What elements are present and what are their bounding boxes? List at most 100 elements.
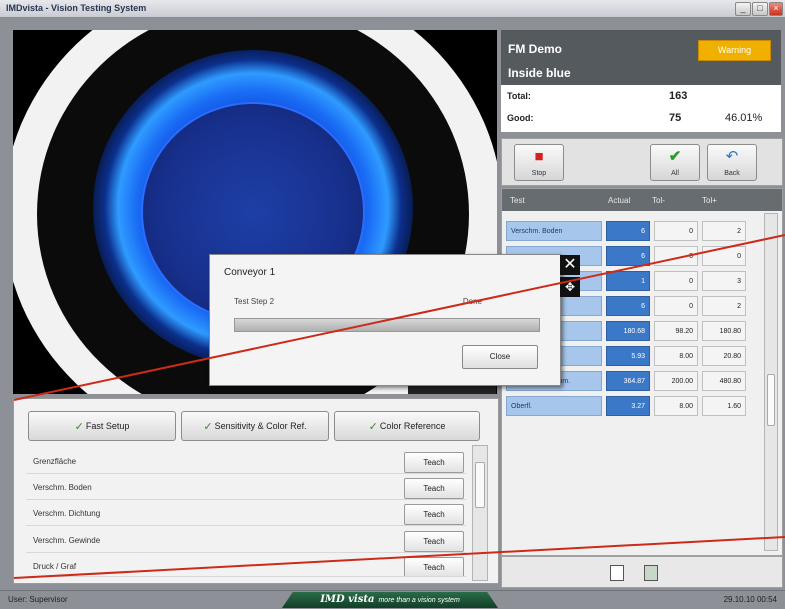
logo-brand: IMD vista [320, 594, 375, 605]
list-item: Verschm. Boden Teach [26, 477, 466, 500]
datetime-label: 29.10.10 00:54 [723, 595, 777, 604]
test-name: Oberfl. [506, 396, 602, 416]
sensitivity-label: Sensitivity & Color Ref. [214, 421, 307, 431]
tol-high-value: 480.80 [702, 371, 746, 391]
teach-button[interactable]: Teach [404, 504, 464, 525]
stop-label: Stop [531, 170, 547, 177]
actual-value: 5.93 [606, 346, 650, 366]
progress-fill [235, 319, 539, 331]
actual-value: 1 [606, 271, 650, 291]
maximize-button[interactable]: □ [752, 2, 768, 16]
back-label: Back [724, 170, 740, 177]
tol-high-value: 2 [702, 221, 746, 241]
tol-low-value: 98.20 [654, 321, 698, 341]
total-label: Total: [507, 91, 531, 101]
actual-value: 6 [606, 246, 650, 266]
tol-low-value: 0 [654, 221, 698, 241]
dialog-close-button[interactable]: Close [462, 345, 538, 369]
logo-tagline: more than a vision system [378, 597, 460, 604]
total-value: 163 [669, 90, 688, 102]
counter-box: Total: 163 Good: 75 46.01% [501, 85, 781, 132]
setup-panel: ✓ Fast Setup ✓ Sensitivity & Color Ref. … [13, 398, 499, 584]
conveyor-dialog: Conveyor 1 Test Step 2 Done Close [209, 254, 561, 386]
all-label: All [671, 170, 679, 177]
tol-low-value: 8.00 [654, 396, 698, 416]
wand-icon: ✓ [203, 420, 213, 433]
status-panel: FM Demo Inside blue Warning Total: 163 G… [501, 30, 781, 132]
scrollbar-thumb[interactable] [767, 374, 775, 426]
tol-high-value: 0 [702, 246, 746, 266]
report-icon[interactable] [610, 565, 624, 581]
stop-icon: ■ [534, 148, 544, 165]
scrollbar-thumb[interactable] [475, 462, 485, 508]
tol-low-value: 8.00 [654, 346, 698, 366]
imd-vista-logo: IMD vista more than a vision system [282, 592, 498, 608]
column-header-tol-low: Tol- [652, 196, 665, 205]
list-item-name: Verschm. Gewinde [33, 536, 101, 545]
close-window-button[interactable]: × [769, 2, 783, 16]
tol-high-value: 3 [702, 271, 746, 291]
teach-button[interactable]: Teach [404, 478, 464, 499]
dialog-state-label: Done [462, 297, 482, 306]
column-header-test: Test [510, 196, 525, 205]
list-item: Verschm. Dichtung Teach [26, 503, 466, 526]
back-arrow-icon: ↶ [725, 148, 739, 165]
product-name: FM Demo [508, 42, 562, 56]
sensitivity-button[interactable]: ✓ Sensitivity & Color Ref. [181, 411, 329, 441]
test-name: Verschm. Boden [506, 221, 602, 241]
list-item-name: Verschm. Dichtung [33, 509, 101, 518]
fast-setup-label: Fast Setup [85, 421, 130, 431]
wand-icon: ✓ [368, 420, 378, 433]
teach-button[interactable]: Teach [404, 452, 464, 473]
window-title: IMDvista - Vision Testing System [6, 3, 147, 13]
color-reference-label: Color Reference [379, 421, 446, 431]
list-item: Grenzfläche Teach [26, 451, 466, 474]
wand-icon: ✓ [74, 420, 84, 433]
results-footer [501, 556, 783, 588]
actual-value: 3.27 [606, 396, 650, 416]
tol-low-value: 0 [654, 296, 698, 316]
fast-setup-button[interactable]: ✓ Fast Setup [28, 411, 176, 441]
close-icon[interactable]: ✕ [560, 255, 580, 275]
tol-high-value: 1.60 [702, 396, 746, 416]
column-header-actual: Actual [608, 196, 631, 205]
results-header: Test Actual Tol- Tol+ [502, 189, 782, 211]
actual-value: 6 [606, 221, 650, 241]
inspection-name: Inside blue [508, 66, 571, 80]
move-icon[interactable]: ✥ [560, 277, 580, 297]
dialog-step-label: Test Step 2 [234, 297, 275, 306]
list-item-name: Grenzfläche [33, 457, 77, 466]
tol-high-value: 2 [702, 296, 746, 316]
list-item: Verschm. Gewinde Teach [26, 530, 466, 553]
all-button[interactable]: ✔ All [650, 144, 700, 181]
status-bar: User: Supervisor IMD vista more than a vi… [0, 590, 785, 609]
tol-high-value: 180.80 [702, 321, 746, 341]
actual-value: 6 [606, 296, 650, 316]
dialog-progress-bar [234, 318, 540, 332]
list-item-name: Verschm. Boden [33, 483, 92, 492]
tol-high-value: 20.80 [702, 346, 746, 366]
teach-button[interactable]: Teach [404, 531, 464, 552]
column-header-tol-high: Tol+ [702, 196, 717, 205]
back-button[interactable]: ↶ Back [707, 144, 757, 181]
list-item: Druck / Graf Teach [26, 556, 466, 577]
color-reference-button[interactable]: ✓ Color Reference [334, 411, 480, 441]
actual-value: 180.68 [606, 321, 650, 341]
warning-badge[interactable]: Warning [698, 40, 771, 61]
good-label: Good: [507, 113, 534, 123]
chart-icon[interactable] [644, 565, 658, 581]
control-buttons: ■ Stop ✔ All ↶ Back [501, 138, 783, 186]
teach-button[interactable]: Teach [404, 557, 464, 576]
tol-low-value: 0 [654, 271, 698, 291]
minimize-button[interactable]: _ [735, 2, 751, 16]
list-item-name: Druck / Graf [33, 562, 77, 571]
good-value: 75 [669, 112, 682, 124]
dialog-title: Conveyor 1 [224, 267, 276, 278]
stop-button[interactable]: ■ Stop [514, 144, 564, 181]
user-label: User: Supervisor [8, 595, 68, 604]
results-scrollbar[interactable] [764, 213, 778, 551]
window-titlebar: IMDvista - Vision Testing System _ □ × [0, 0, 785, 18]
actual-value: 364.87 [606, 371, 650, 391]
good-percent: 46.01% [725, 112, 763, 124]
setup-list-scrollbar[interactable] [472, 445, 488, 581]
